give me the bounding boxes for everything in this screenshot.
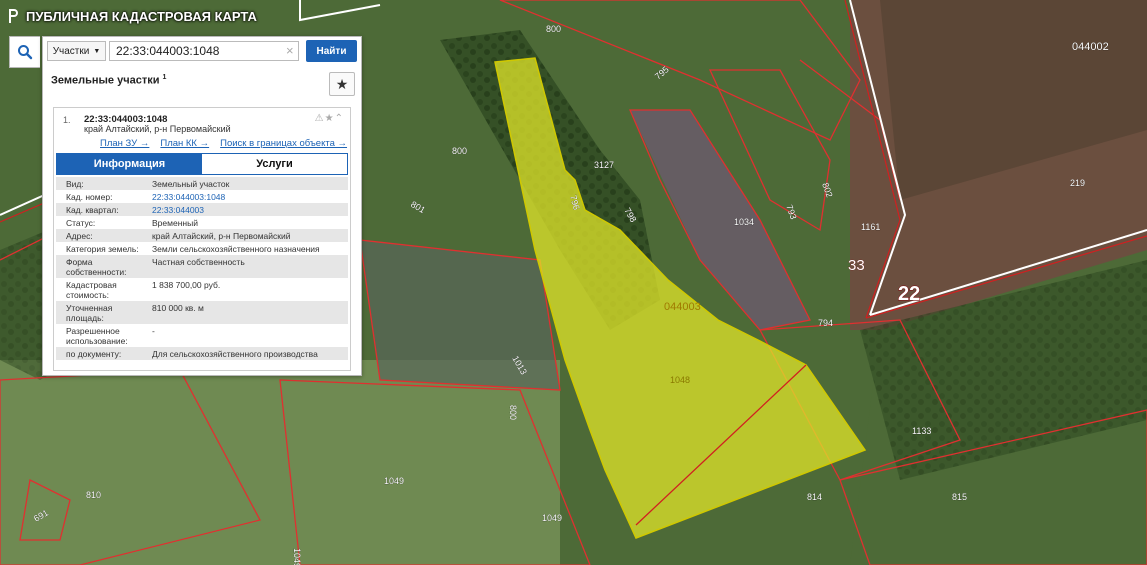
attribute-value: Земельный участок (152, 179, 230, 189)
map-label-1133: 1133 (912, 426, 931, 436)
attribute-label: Кадастровая стоимость: (66, 280, 117, 300)
attribute-row: Категория земель: Земли сельскохозяйствен… (56, 242, 348, 255)
favorites-button[interactable]: ★ (329, 72, 355, 96)
attribute-row: Разрешенное использование: - (56, 324, 348, 347)
result-card: 1. 22:33:044003:1048 край Алтайский, р-н… (53, 107, 351, 371)
attribute-label: Разрешенное использование: (66, 326, 128, 346)
caret-down-icon: ▼ (93, 47, 101, 55)
attribute-value: Для сельскохозяйственного производства (152, 349, 318, 359)
link-plan-kk[interactable]: План КК → (160, 138, 209, 149)
result-index: 1. (63, 115, 71, 125)
attribute-label: Категория земель: (66, 244, 139, 254)
category-dropdown-label: Участки (52, 45, 90, 57)
attribute-value[interactable]: 22:33:044003 (152, 203, 348, 216)
star-icon: ★ (335, 75, 349, 92)
quarter-label-044002: 044002 (1072, 41, 1109, 53)
attribute-value: край Алтайский, р-н Первомайский (152, 231, 291, 241)
attribute-value: Земли сельскохозяйственного назначения (152, 244, 320, 254)
attribute-label: Кад. квартал: (66, 205, 119, 215)
map-label-800: 800 (508, 405, 518, 420)
attribute-value: Временный (152, 218, 198, 228)
field-area (0, 360, 560, 565)
parcel-label-1048: 1048 (670, 375, 690, 385)
attribute-label: Кад. номер: (66, 192, 113, 202)
result-address: край Алтайский, р-н Первомайский (84, 124, 231, 134)
district-label-22: 22 (898, 283, 920, 305)
tab-info[interactable]: Информация (57, 154, 202, 174)
attribute-label: Адрес: (66, 231, 93, 241)
attribute-row: Адрес: край Алтайский, р-н Первомайский (56, 229, 348, 242)
results-title: Земельные участки 1 (51, 74, 166, 87)
attribute-label: Уточненная площадь: (66, 303, 113, 323)
attribute-row: Уточненная площадь: 810 000 кв. м (56, 301, 348, 324)
map-label-794: 794 (818, 318, 833, 328)
attribute-value: Частная собственность (152, 257, 245, 267)
find-button[interactable]: Найти (306, 40, 357, 62)
map-label-1049: 1049 (384, 476, 404, 486)
rosreestr-logo-icon (9, 9, 18, 23)
app-header: ПУБЛИЧНАЯ КАДАСТРОВАЯ КАРТА (6, 5, 257, 27)
field-area (360, 240, 560, 390)
map-label-814: 814 (807, 492, 822, 502)
attribute-value[interactable]: 22:33:044003:1048 (152, 190, 348, 203)
clear-icon[interactable]: × (286, 43, 294, 58)
attribute-label: по документу: (66, 349, 122, 359)
link-plan-zu[interactable]: План ЗУ → (100, 138, 149, 149)
search-bar: Участки ▼ × Найти (47, 40, 359, 63)
attribute-row: Кад. квартал: 22:33:044003 (56, 203, 348, 216)
attribute-table: Вид: Земельный участок Кад. номер: 22:33:04… (56, 177, 348, 360)
star-icon[interactable]: ★ (325, 113, 335, 124)
map-label-219: 219 (1070, 178, 1085, 188)
attribute-row: Форма собственности: Частная собственност… (56, 255, 348, 278)
attribute-row: Кад. номер: 22:33:044003:1048 (56, 190, 348, 203)
map-label-1049: 1049 (542, 513, 562, 523)
results-title-text: Земельные участки (51, 74, 160, 87)
result-actions: ⚠★⌃ (315, 113, 344, 124)
attribute-row: Кадастровая стоимость: 1 838 700,00 руб. (56, 278, 348, 301)
map-label-800: 800 (546, 24, 561, 34)
link-search-in-bounds[interactable]: Поиск в границах объекта → (220, 138, 347, 149)
attribute-row: Статус: Временный (56, 216, 348, 229)
search-input[interactable] (109, 41, 299, 61)
map-label-1034: 1034 (734, 217, 754, 227)
attribute-value: 1 838 700,00 руб. (152, 280, 221, 290)
search-toggle-button[interactable] (9, 36, 40, 68)
attribute-value: 810 000 кв. м (152, 303, 204, 313)
chevron-up-icon[interactable]: ⌃ (335, 113, 344, 124)
app-title: ПУБЛИЧНАЯ КАДАСТРОВАЯ КАРТА (26, 8, 257, 24)
result-links: План ЗУ → План КК → Поиск в границах объ… (100, 138, 347, 149)
category-dropdown[interactable]: Участки ▼ (47, 41, 106, 61)
attribute-label: Форма собственности: (66, 257, 127, 277)
attribute-value: - (152, 326, 155, 336)
district-label-33: 33 (848, 257, 865, 274)
search-panel: Участки ▼ × Найти Земельные участки 1 ★ … (42, 36, 362, 376)
results-count: 1 (162, 74, 167, 81)
search-icon (18, 45, 33, 60)
map-label-1049: 1049 (292, 548, 302, 565)
result-tabs: Информация Услуги (56, 153, 348, 175)
tab-services[interactable]: Услуги (202, 154, 347, 174)
attribute-row: по документу: Для сельскохозяйственного п… (56, 347, 348, 360)
attribute-label: Статус: (66, 218, 96, 228)
map-label-3127: 3127 (594, 160, 614, 170)
map-label-815: 815 (952, 492, 967, 502)
attribute-label: Вид: (66, 179, 84, 189)
quarter-label-044003: 044003 (664, 301, 701, 313)
map-label-810: 810 (86, 490, 101, 500)
map-label-1161: 1161 (861, 222, 880, 232)
warning-icon[interactable]: ⚠ (315, 113, 325, 124)
attribute-row: Вид: Земельный участок (56, 177, 348, 190)
map-label-800: 800 (452, 146, 467, 156)
